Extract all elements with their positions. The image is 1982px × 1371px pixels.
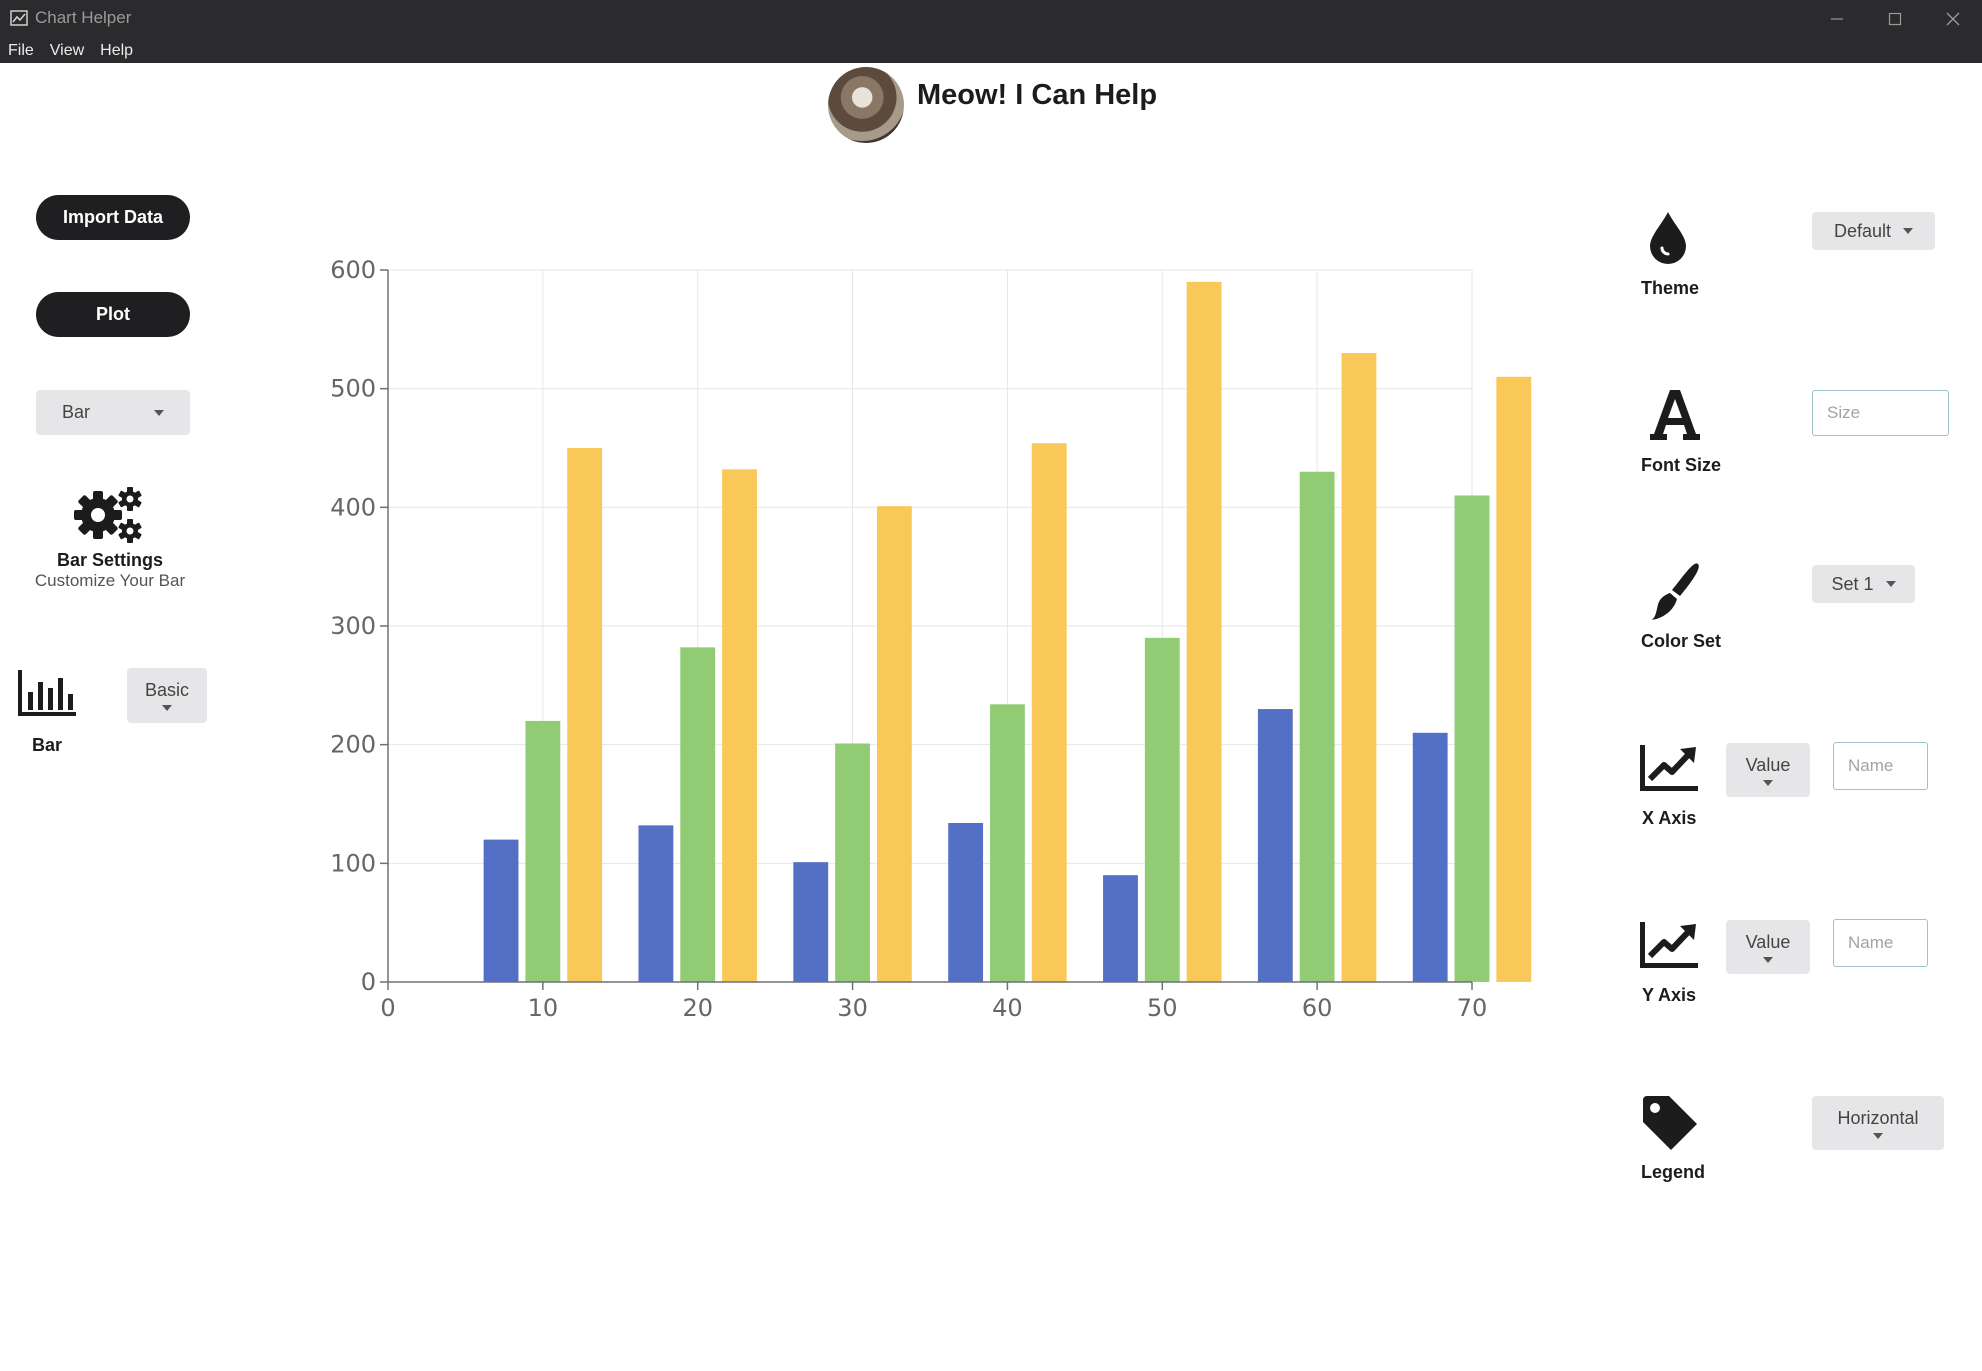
bar-style-label: Bar [31,735,62,755]
chart-type-select[interactable]: Bar [36,390,190,435]
y-axis-label: Y Axis [1642,985,1697,1005]
minimize-icon [1831,18,1843,20]
menu-file[interactable]: File [0,40,42,62]
theme-label: Theme [1641,278,1700,298]
minimize-button[interactable] [1808,0,1866,38]
tag-icon [1643,1096,1697,1150]
bar-style-value: Basic [144,680,189,700]
color-set-select[interactable]: Set 1 [1812,565,1915,603]
y-tick-label: 600 [330,256,376,284]
x-tick-label: 0 [380,994,395,1022]
legend-select[interactable]: Horizontal [1812,1096,1944,1150]
y-tick-label: 400 [330,493,376,521]
bar-style-option[interactable]: Bar [17,670,77,756]
chevron-down-icon [1903,228,1914,234]
drop-icon [1650,212,1686,264]
bar-series-3[interactable] [1186,281,1222,982]
chevron-down-icon [1873,1132,1883,1139]
window-title: Chart Helper [35,8,132,27]
maximize-button[interactable] [1866,0,1924,38]
bar-series-2[interactable] [1144,637,1180,982]
font-size-label: Font Size [1641,455,1721,475]
chart-app-icon [10,10,28,31]
bar-style-select[interactable]: Basic [127,668,207,723]
bar-series-1[interactable] [948,822,984,982]
x-tick-label: 30 [837,994,868,1022]
x-tick-label: 10 [528,994,559,1022]
y-axis-name-input[interactable] [1833,919,1928,967]
menu-bar: File View Help [0,40,141,62]
bar-series-3[interactable] [1341,353,1377,982]
chevron-down-icon [1885,581,1896,587]
y-axis-type-value: Value [1745,931,1791,952]
x-axis-name-input[interactable] [1833,742,1928,790]
gears-icon [74,487,142,543]
bar-series-3[interactable] [567,448,603,982]
title-bar: Chart Helper File View Help [0,0,1982,63]
bar-series-2[interactable] [1299,471,1335,982]
x-tick-label: 40 [992,994,1023,1022]
bar-series-3[interactable] [1031,443,1067,983]
bar-series-1[interactable] [1412,732,1448,982]
y-tick-label: 0 [361,968,376,996]
y-tick-label: 500 [330,375,376,403]
bar-series-3[interactable] [722,469,757,982]
chart-type-value: Bar [62,402,91,422]
bar-chart: 0 100 200 300 400 500 600 0 10 20 30 40 50 60 70 [330,256,1532,1022]
page-title: Meow! I Can Help [917,79,1158,111]
x-tick-label: 20 [682,994,713,1022]
bar-chart-icon [18,670,76,716]
bar-series-2[interactable] [990,704,1025,982]
x-axis-type-value: Value [1745,754,1791,775]
color-set-label: Color Set [1641,631,1722,651]
y-tick-label: 100 [330,849,376,877]
bar-series-3[interactable] [1496,376,1532,982]
bar-series-1[interactable] [1257,709,1293,982]
bar-settings-title: Bar Settings [56,550,164,570]
bar-series-3[interactable] [876,506,912,982]
app-header: Meow! I Can Help [0,63,1982,143]
bar-series-1[interactable] [638,825,674,982]
legend-value: Horizontal [1837,1107,1919,1128]
close-button[interactable] [1924,0,1982,38]
theme-value: Default [1833,220,1892,241]
theme-select[interactable]: Default [1812,212,1935,250]
cat-avatar [828,67,904,143]
x-tick-label: 70 [1457,994,1488,1022]
font-icon [1650,390,1700,440]
import-data-button[interactable]: Import Data [36,195,190,240]
bar-settings-subtitle: Customize Your Bar [34,571,186,590]
bar-series-1[interactable] [1103,875,1138,982]
menu-help[interactable]: Help [92,40,141,62]
maximize-icon [1888,12,1902,26]
bar-settings-panel: Bar Settings Customize Your Bar [20,485,200,591]
font-size-input[interactable] [1812,390,1949,436]
plot-button[interactable]: Plot [36,292,190,337]
y-tick-label: 200 [330,731,376,759]
chevron-down-icon [1763,779,1773,786]
legend-label: Legend [1641,1162,1706,1182]
axis-chart-icon [1640,745,1698,791]
bar-series-2[interactable] [680,647,716,982]
menu-view[interactable]: View [42,40,92,62]
axis-chart-icon [1640,922,1698,968]
chevron-down-icon [1763,956,1773,963]
paintbrush-icon [1652,563,1699,620]
x-axis-type-select[interactable]: Value [1726,743,1810,797]
chevron-down-icon [154,409,164,416]
bar-series-2[interactable] [525,720,561,982]
window-controls [1808,0,1982,38]
y-axis-type-select[interactable]: Value [1726,920,1810,974]
x-axis-label: X Axis [1642,808,1697,828]
x-tick-label: 60 [1302,994,1333,1022]
bar-series-1[interactable] [793,862,829,982]
color-set-value: Set 1 [1831,573,1874,594]
bar-series-2[interactable] [1454,495,1490,982]
y-tick-label: 300 [330,612,376,640]
close-icon [1946,12,1960,26]
chevron-down-icon [162,705,172,711]
bar-series-1[interactable] [483,839,519,982]
bar-series-2[interactable] [835,743,870,982]
x-tick-label: 50 [1147,994,1178,1022]
